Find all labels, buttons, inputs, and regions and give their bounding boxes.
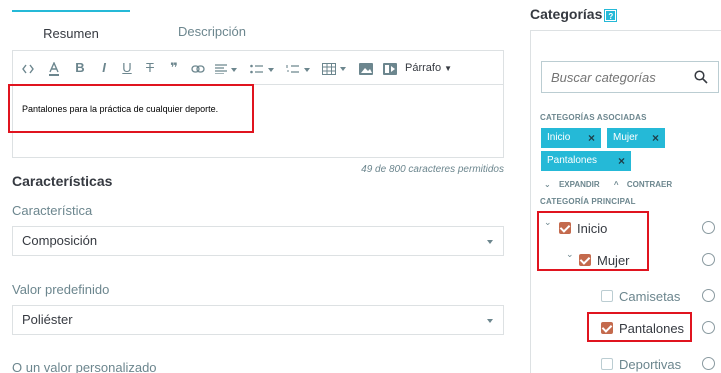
expand-label: EXPANDIR [558,180,600,189]
close-icon[interactable]: × [652,128,659,148]
custom-value-label: O un valor personalizado [12,360,157,373]
chevron-down-icon: ⌄ [544,180,551,189]
radio-main-inicio[interactable] [702,221,715,234]
categories-panel: CATEGORÍAS ASOCIADAS Inicio × Mujer × Pa… [530,30,721,373]
category-search-input[interactable] [551,62,691,92]
radio-main-pantalones[interactable] [702,321,715,334]
chip-mujer: Mujer × [607,128,665,148]
tab-resumen[interactable]: Resumen [12,10,130,50]
checkbox-empty-icon[interactable] [601,358,613,370]
chevron-down-icon[interactable]: ⌄ [566,249,574,260]
editor-tabs: Resumen Descripción [12,10,504,50]
editor-toolbar: B I U T ❞ Párrafo ▼ [12,50,504,84]
tree-item-pantalones[interactable]: Pantalones [601,321,684,336]
expand-button[interactable]: ⌄ EXPANDIR [544,180,606,189]
source-code-icon[interactable] [17,51,39,85]
feature-select[interactable]: Composición [12,226,504,256]
predefined-value-label: Valor predefinido [12,282,110,297]
help-icon[interactable]: ? [604,8,618,22]
chip-label: Mujer [613,132,639,143]
tree-item-deportivas[interactable]: Deportivas [601,357,681,372]
caret-down-icon [487,319,493,323]
description-editor[interactable]: Pantalones para la práctica de cualquier… [12,84,504,158]
image-icon[interactable] [355,51,377,85]
tree-item-label: Mujer [597,253,630,268]
checkbox-checked-icon[interactable] [559,222,571,234]
numbered-list-icon[interactable] [281,51,315,85]
chevron-up-icon: ^ [613,180,619,189]
collapse-button[interactable]: ^ CONTRAER [614,180,678,189]
paragraph-format-label: Párrafo [405,62,442,74]
feature-select-value: Composición [22,233,98,248]
chip-label: Inicio [547,132,571,143]
link-icon[interactable] [187,51,209,85]
tree-item-label: Inicio [577,221,608,236]
checkbox-checked-icon[interactable] [601,322,613,334]
main-category-label: CATEGORÍA PRINCIPAL [540,197,636,206]
predefined-value-select-value: Poliéster [22,312,73,327]
tab-descripcion[interactable]: Descripción [130,10,294,50]
chip-label: Pantalones [547,155,598,166]
bullet-list-icon[interactable] [245,51,279,85]
chevron-down-icon: ▼ [444,64,453,73]
feature-label: Característica [12,203,93,218]
quote-icon[interactable]: ❞ [163,51,185,85]
radio-main-deportivas[interactable] [702,357,715,370]
collapse-label: CONTRAER [626,180,673,189]
chip-inicio: Inicio × [541,128,601,148]
text-color-icon[interactable] [43,51,65,85]
search-icon[interactable] [694,70,708,84]
close-icon[interactable]: × [588,128,595,148]
checkbox-empty-icon[interactable] [601,290,613,302]
chevron-down-icon[interactable]: ⌄ [544,217,552,228]
tree-item-label: Camisetas [619,289,681,304]
caret-down-icon [487,240,493,244]
tree-item-label: Pantalones [619,321,685,336]
categories-title: Categorías? [530,6,618,22]
close-icon[interactable]: × [618,151,625,171]
chip-pantalones: Pantalones × [541,151,631,171]
media-icon[interactable] [379,51,401,85]
expand-collapse-controls: ⌄ EXPANDIR ^ CONTRAER [544,180,684,189]
underline-icon[interactable]: U [116,51,138,85]
tree-item-inicio[interactable]: Inicio [559,221,607,236]
table-icon[interactable] [317,51,351,85]
features-title: Características [12,173,113,189]
align-dropdown-icon[interactable] [211,51,241,85]
predefined-value-select[interactable]: Poliéster [12,305,504,335]
category-search [541,61,719,93]
bold-icon[interactable]: B [69,51,91,85]
radio-main-camisetas[interactable] [702,289,715,302]
tree-item-camisetas[interactable]: Camisetas [601,289,680,304]
radio-main-mujer[interactable] [702,253,715,266]
strikethrough-icon[interactable]: T [139,51,161,85]
tree-item-label: Deportivas [619,357,682,372]
character-counter: 49 de 800 caracteres permitidos [361,164,504,175]
paragraph-format-select[interactable]: Párrafo ▼ [405,51,503,85]
editor-content: Pantalones para la práctica de cualquier… [22,104,219,114]
tree-item-mujer[interactable]: Mujer [579,253,630,268]
italic-icon[interactable]: I [93,51,115,85]
categories-title-text: Categorías [530,6,603,22]
checkbox-checked-icon[interactable] [579,254,591,266]
associated-categories-label: CATEGORÍAS ASOCIADAS [540,113,647,122]
